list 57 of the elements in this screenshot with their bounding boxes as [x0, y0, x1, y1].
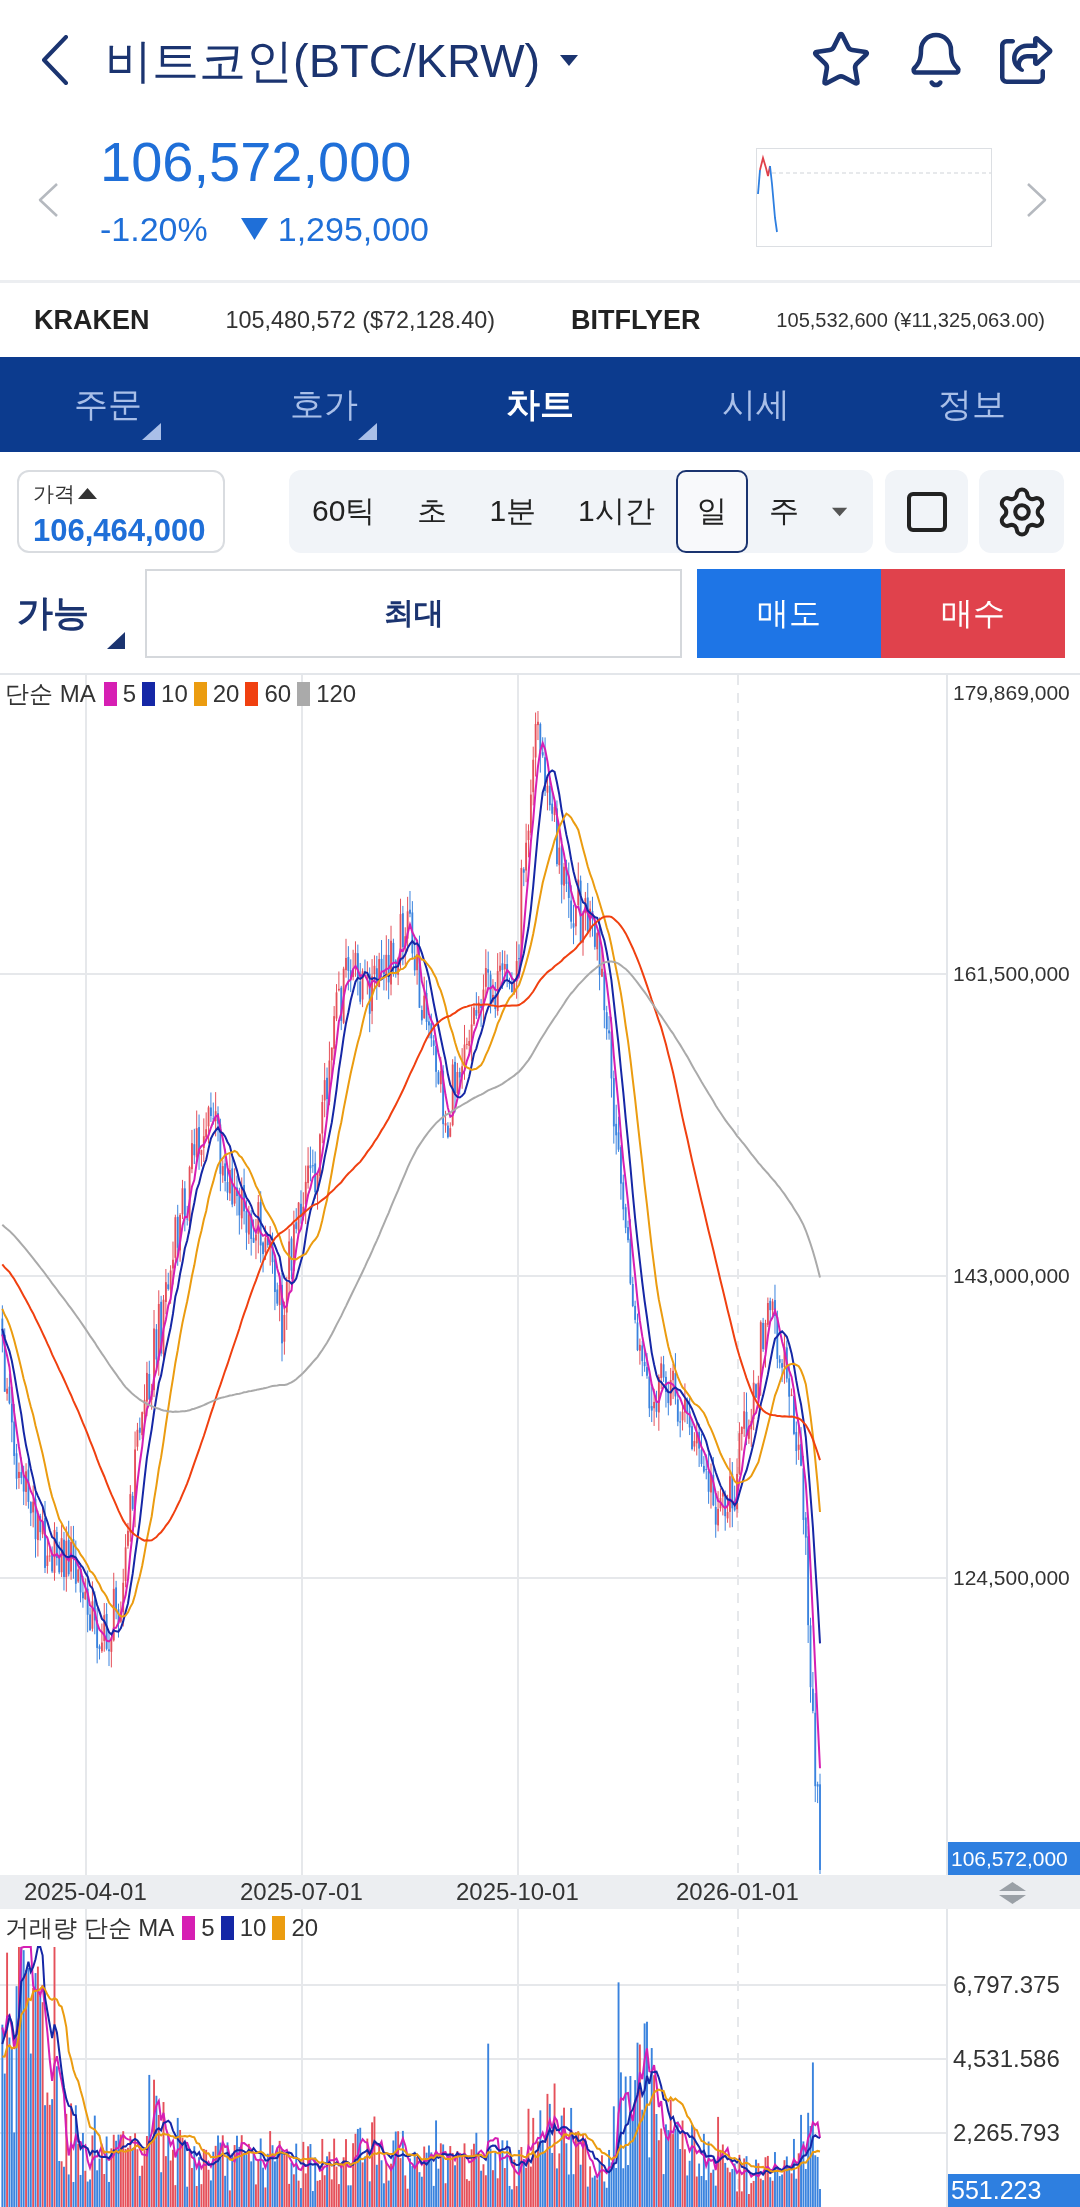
price-axis-label: 143,000,000 — [953, 1263, 1070, 1289]
price-axis-label: 124,500,000 — [953, 1565, 1070, 1591]
price-axis-label: 179,869,000 — [953, 680, 1070, 706]
legend-label: 60 — [264, 681, 292, 707]
time-axis-label: 2025-04-01 — [24, 1877, 147, 1907]
corner-triangle-icon — [107, 632, 125, 649]
sell-button[interactable]: 매도 — [697, 569, 881, 658]
price-label: 가격 — [33, 483, 75, 504]
exchange-name: KRAKEN — [34, 304, 150, 336]
timeframe-tab[interactable]: 일 — [675, 470, 748, 553]
change-amount: 1,295,000 — [277, 212, 429, 246]
dropdown-caret-icon[interactable] — [831, 505, 847, 518]
up-triangle-icon — [78, 488, 97, 499]
legend-title: 거래량 단순 MA — [5, 1915, 175, 1941]
legend-label: 5 — [201, 1915, 215, 1941]
tab[interactable]: 정보 — [864, 357, 1080, 452]
tab[interactable]: 호가 — [216, 357, 432, 452]
timeframe-tab[interactable]: 1시간 — [557, 470, 676, 553]
quantity-field[interactable]: 최대 — [145, 569, 682, 658]
square-button[interactable] — [885, 470, 968, 553]
time-axis-label: 2025-07-01 — [240, 1877, 363, 1907]
tab[interactable]: 시세 — [648, 357, 864, 452]
change-percent: -1.20% — [100, 212, 208, 246]
tab[interactable]: 주문 — [0, 357, 216, 452]
timeframe-tab[interactable]: 60틱 — [291, 470, 397, 553]
timeframe-tab[interactable]: 초 — [396, 470, 469, 553]
tab[interactable]: 차트 — [432, 357, 648, 452]
buy-button[interactable]: 매수 — [881, 569, 1065, 658]
current-price: 106,572,000 — [100, 134, 413, 190]
price-box[interactable]: 가격 106,464,000 — [17, 470, 225, 553]
time-axis-label: 2025-10-01 — [456, 1877, 579, 1907]
back-icon[interactable] — [41, 35, 69, 85]
legend-label: 20 — [212, 681, 240, 707]
share-icon[interactable] — [1000, 33, 1054, 87]
volume-axis-label: 2,265.793 — [953, 2120, 1060, 2146]
resize-handle-icon[interactable] — [999, 1882, 1026, 1904]
legend-label: 120 — [316, 681, 357, 707]
exchange-price: 105,532,600 (¥11,325,063.00) — [776, 308, 1045, 332]
legend-label: 5 — [122, 681, 137, 707]
legend-label: 20 — [291, 1915, 319, 1941]
exchange-price: 105,480,572 ($72,128.40) — [225, 306, 495, 334]
timeframe-tab[interactable]: 1분 — [468, 470, 558, 553]
legend-label: 10 — [161, 681, 188, 707]
time-axis-label: 2026-01-01 — [676, 1877, 799, 1907]
quantity-mode-selector[interactable]: 가능 — [17, 569, 145, 658]
legend-label: 10 — [239, 1915, 267, 1941]
price-value: 106,464,000 — [33, 515, 207, 546]
exchange-name: BITFLYER — [570, 304, 701, 336]
timeframe-tab[interactable]: 주 — [747, 470, 820, 553]
volume-axis-label: 6,797.375 — [953, 1972, 1060, 1998]
legend-title: 단순 MA — [5, 681, 96, 707]
current-price-tag: 106,572,000 — [948, 1842, 1080, 1875]
price-axis-label: 161,500,000 — [953, 961, 1070, 987]
caret-icon — [560, 54, 579, 66]
volume-axis-label: 4,531.586 — [953, 2046, 1060, 2072]
settings-button[interactable] — [979, 470, 1064, 553]
current-volume-tag: 551.223 — [948, 2174, 1080, 2207]
